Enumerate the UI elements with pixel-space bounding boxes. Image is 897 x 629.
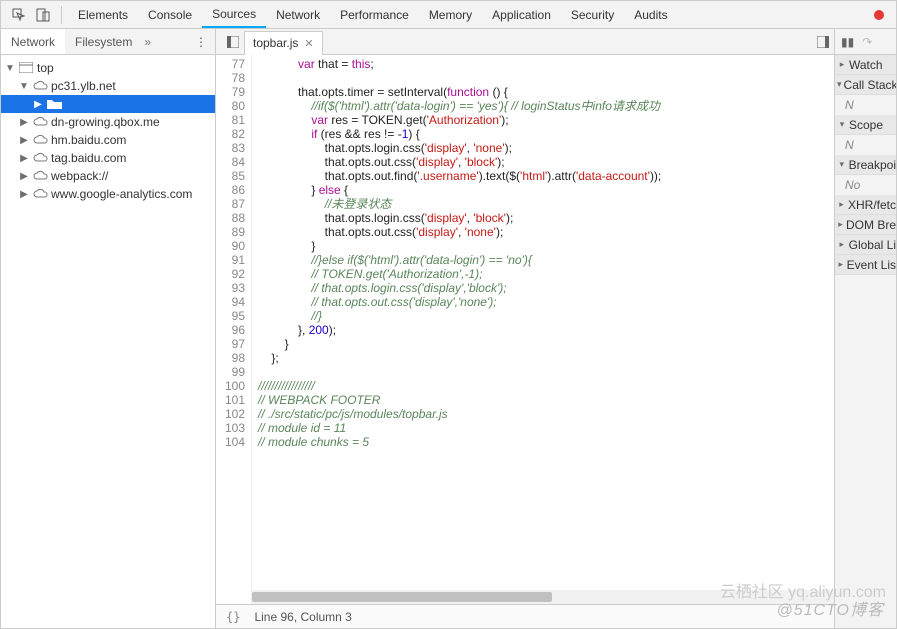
panel-tabs: Elements Console Sources Network Perform… [68, 1, 678, 28]
section-xhr[interactable]: ▸XHR/fetc [835, 195, 896, 215]
more-options-icon[interactable]: ⋮ [187, 35, 215, 49]
tree-item-label: top [37, 61, 54, 75]
h-scrollbar[interactable] [252, 590, 834, 604]
tree-item[interactable]: ▶ hm.baidu.com [1, 131, 215, 149]
callstack-empty: N [835, 95, 896, 115]
tab-audits[interactable]: Audits [624, 1, 677, 28]
tab-security[interactable]: Security [561, 1, 624, 28]
tree-item-label: tag.baidu.com [51, 151, 126, 165]
tree-item-label: webpack:// [51, 169, 108, 183]
tree-item[interactable]: ▶ webpack:// [1, 167, 215, 185]
line-gutter: 7778798081828384858687888990919293949596… [216, 55, 252, 604]
editor-pane: topbar.js ✕ 7778798081828384858687888990… [216, 29, 834, 628]
disclosure-icon[interactable]: ▼ [5, 63, 15, 74]
section-global[interactable]: ▸Global Li [835, 235, 896, 255]
editor-status-bar: {} Line 96, Column 3 [216, 604, 834, 628]
tree-item-label: dn-growing.qbox.me [51, 115, 160, 129]
device-icon[interactable] [31, 3, 55, 27]
h-scrollbar-thumb[interactable] [252, 592, 552, 602]
section-breakpoints[interactable]: ▾Breakpoi [835, 155, 896, 175]
debugger-controls: ▮▮ ↷ [835, 29, 896, 55]
code-area[interactable]: 7778798081828384858687888990919293949596… [216, 55, 834, 604]
cursor-position: Line 96, Column 3 [254, 610, 351, 624]
tab-network[interactable]: Network [266, 1, 330, 28]
close-icon[interactable]: ✕ [304, 37, 313, 50]
tab-sources[interactable]: Sources [202, 1, 266, 28]
tree-item[interactable]: ▶ www.google-analytics.com [1, 185, 215, 203]
scope-empty: N [835, 135, 896, 155]
pause-icon[interactable]: ▮▮ [841, 35, 854, 49]
disclosure-icon[interactable]: ▶ [19, 117, 29, 128]
tree-item[interactable]: ▼ pc31.ylb.net [1, 77, 215, 95]
breakpoints-empty: No [835, 175, 896, 195]
disclosure-icon[interactable]: ▶ [19, 153, 29, 164]
cloud-icon [33, 170, 47, 182]
disclosure-icon[interactable]: ▶ [19, 171, 29, 182]
code-text[interactable]: var that = this; that.opts.timer = setIn… [252, 55, 834, 604]
section-callstack[interactable]: ▾Call Stack [835, 75, 896, 95]
tree-item-label: www.google-analytics.com [51, 187, 192, 201]
sidebar-tab-filesystem[interactable]: Filesystem [65, 29, 142, 54]
devtools-toolbar: Elements Console Sources Network Perform… [1, 1, 896, 29]
debugger-pane: ▮▮ ↷ ▸Watch ▾Call Stack N ▾Scope N ▾Brea… [834, 29, 896, 628]
toggle-navigator-icon[interactable] [222, 36, 244, 48]
cloud-icon [33, 134, 47, 146]
section-event[interactable]: ▸Event Lis [835, 255, 896, 275]
disclosure-icon[interactable]: ▶ [19, 189, 29, 200]
overflow-icon[interactable]: » [142, 35, 151, 49]
editor-tab-label: topbar.js [253, 36, 298, 50]
sidebar-tab-network[interactable]: Network [1, 29, 65, 54]
inspect-icon[interactable] [7, 3, 31, 27]
tree-item-label: pc31.ylb.net [51, 79, 116, 93]
tree-item-label: hm.baidu.com [51, 133, 126, 147]
cloud-icon [33, 116, 47, 128]
tree-item[interactable]: ▼ top [1, 59, 215, 77]
tab-application[interactable]: Application [482, 1, 561, 28]
window-icon [19, 62, 33, 74]
section-watch[interactable]: ▸Watch [835, 55, 896, 75]
editor-tab-topbar[interactable]: topbar.js ✕ [244, 31, 323, 55]
separator [61, 6, 62, 24]
file-tree[interactable]: ▼ top ▼ pc31.ylb.net ▶ ▶ dn-growing.qbox.me ▶ hm… [1, 55, 215, 628]
sources-sidebar: Network Filesystem » ⋮ ▼ top ▼ pc31.ylb.net… [1, 29, 216, 628]
tab-performance[interactable]: Performance [330, 1, 419, 28]
tree-item[interactable]: ▶ tag.baidu.com [1, 149, 215, 167]
tab-elements[interactable]: Elements [68, 1, 138, 28]
editor-tabstrip: topbar.js ✕ [216, 29, 834, 55]
tree-item[interactable]: ▶ dn-growing.qbox.me [1, 113, 215, 131]
folder-sel-icon [47, 98, 61, 110]
sidebar-tabs: Network Filesystem » ⋮ [1, 29, 215, 55]
tab-console[interactable]: Console [138, 1, 202, 28]
pretty-print-icon[interactable]: {} [226, 610, 240, 624]
disclosure-icon[interactable]: ▼ [19, 81, 29, 92]
tree-item[interactable]: ▶ [1, 95, 215, 113]
section-dom[interactable]: ▸DOM Bre [835, 215, 896, 235]
disclosure-icon[interactable]: ▶ [19, 135, 29, 146]
cloud-icon [33, 188, 47, 200]
tab-memory[interactable]: Memory [419, 1, 482, 28]
toggle-debugger-icon[interactable] [812, 36, 834, 48]
step-over-icon[interactable]: ↷ [862, 35, 872, 49]
disclosure-icon[interactable]: ▶ [33, 99, 43, 110]
cloud-icon [33, 152, 47, 164]
section-scope[interactable]: ▾Scope [835, 115, 896, 135]
error-indicator-icon[interactable] [874, 10, 884, 20]
cloud-icon [33, 80, 47, 92]
